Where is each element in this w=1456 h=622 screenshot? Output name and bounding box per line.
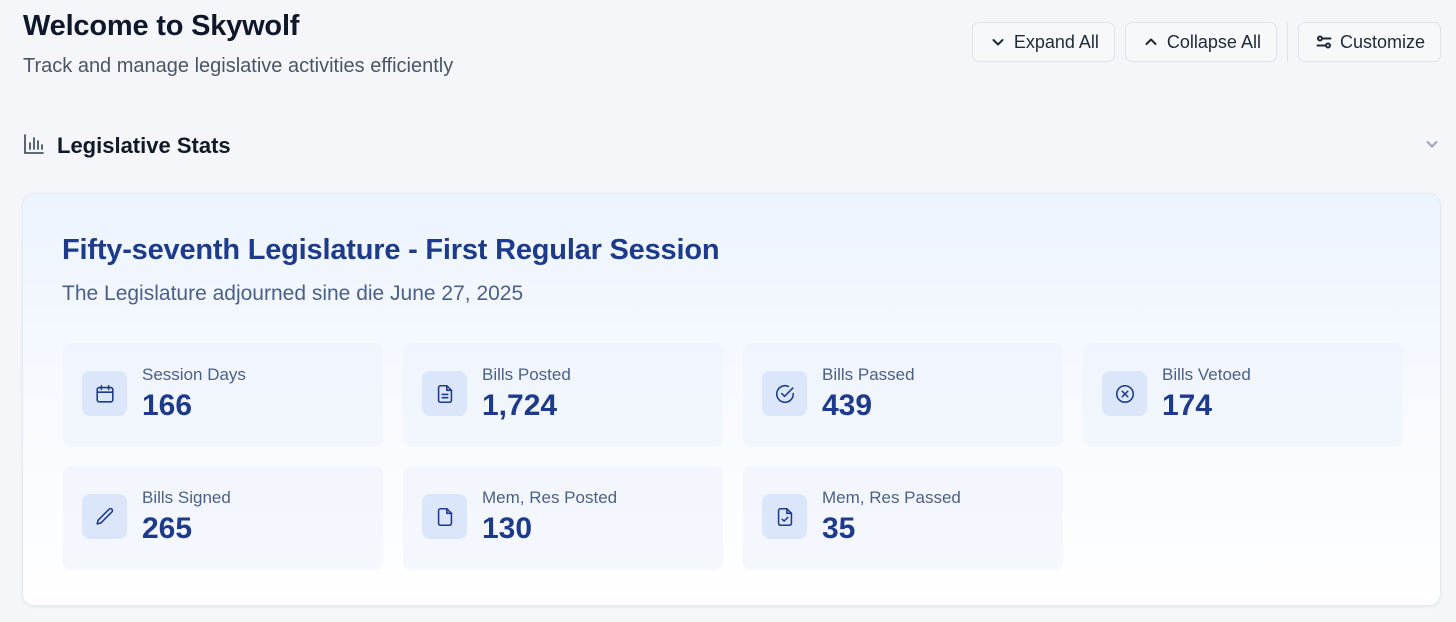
stat-mem-res-passed: Mem, Res Passed 35 <box>743 466 1063 570</box>
stat-session-days: Session Days 166 <box>63 343 383 447</box>
toolbar-divider <box>1286 22 1288 62</box>
expand-all-button[interactable]: Expand All <box>971 22 1115 62</box>
file-icon <box>422 494 467 539</box>
stat-label: Bills Passed <box>822 365 915 384</box>
stat-bills-signed: Bills Signed 265 <box>63 466 383 570</box>
stat-label: Session Days <box>142 365 246 384</box>
session-card: Fifty-seventh Legislature - First Regula… <box>22 193 1441 606</box>
stat-value: 174 <box>1162 389 1213 422</box>
stat-value: 439 <box>822 389 873 422</box>
chevron-down-icon[interactable] <box>1424 136 1440 157</box>
stat-value: 35 <box>822 512 856 545</box>
page-subtitle: Track and manage legislative activities … <box>23 55 454 77</box>
chevron-down-icon <box>992 39 1004 46</box>
stat-value: 1,724 <box>482 389 558 422</box>
document-icon <box>422 371 467 416</box>
expand-all-label: Expand All <box>1013 31 1099 52</box>
section-header-legislative-stats[interactable]: Legislative Stats <box>23 131 1440 161</box>
x-circle-icon <box>1102 371 1147 416</box>
collapse-all-label: Collapse All <box>1166 31 1261 52</box>
stat-mem-res-posted: Mem, Res Posted 130 <box>403 466 723 570</box>
page-title: Welcome to Skywolf <box>23 10 300 42</box>
customize-label: Customize <box>1339 31 1425 52</box>
session-subtitle: The Legislature adjourned sine die June … <box>62 282 524 305</box>
chevron-up-icon <box>1145 38 1157 45</box>
stat-bills-posted: Bills Posted 1,724 <box>403 343 723 447</box>
pencil-icon <box>82 494 127 539</box>
customize-button[interactable]: Customize <box>1297 22 1441 62</box>
sliders-icon <box>1316 35 1332 49</box>
check-circle-icon <box>762 371 807 416</box>
stat-label: Bills Vetoed <box>1162 365 1251 384</box>
collapse-all-button[interactable]: Collapse All <box>1124 22 1277 62</box>
stat-value: 130 <box>482 512 533 545</box>
stat-label: Bills Posted <box>482 365 571 384</box>
stat-bills-passed: Bills Passed 439 <box>743 343 1063 447</box>
file-check-icon <box>762 494 807 539</box>
page-header: Welcome to Skywolf Track and manage legi… <box>23 8 453 78</box>
toolbar: Expand All Collapse All Customize <box>971 22 1441 62</box>
bar-chart-icon <box>23 133 45 160</box>
stat-value: 166 <box>142 389 193 422</box>
stat-value: 265 <box>142 512 193 545</box>
stat-label: Bills Signed <box>142 488 231 507</box>
stat-bills-vetoed: Bills Vetoed 174 <box>1083 343 1403 447</box>
stat-label: Mem, Res Passed <box>822 488 961 507</box>
section-title: Legislative Stats <box>57 133 231 158</box>
calendar-icon <box>82 371 127 416</box>
session-title: Fifty-seventh Legislature - First Regula… <box>62 234 720 266</box>
stat-label: Mem, Res Posted <box>482 488 618 507</box>
